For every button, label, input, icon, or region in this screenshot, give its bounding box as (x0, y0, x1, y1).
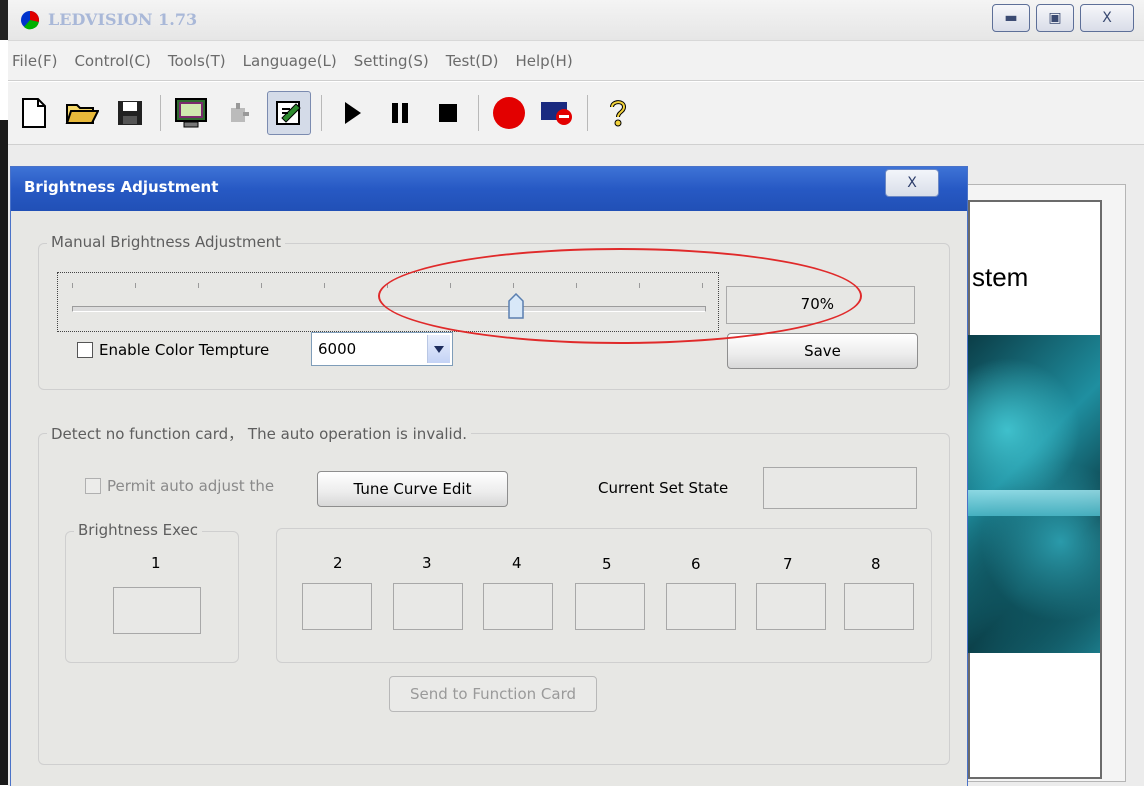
send-to-card-button[interactable]: Send to Function Card (389, 676, 597, 712)
slot-field-4 (483, 583, 553, 630)
slot-number-5: 5 (602, 555, 612, 573)
chevron-down-icon (434, 345, 444, 353)
display-button[interactable] (171, 93, 211, 133)
dialog-close-button[interactable]: X (885, 169, 939, 197)
slot-number-8: 8 (871, 555, 881, 573)
slider-tick (198, 283, 199, 288)
brightness-edit-icon (276, 101, 301, 125)
window-edge (0, 120, 8, 785)
slot-field-6 (666, 583, 736, 630)
pause-button[interactable] (380, 93, 420, 133)
toolbar-separator (321, 95, 322, 131)
screen-off-button[interactable] (537, 93, 577, 133)
highlight-annotation (378, 248, 862, 344)
play-icon (345, 102, 361, 124)
close-icon: X (1102, 10, 1112, 26)
pause-icon (392, 103, 408, 123)
help-button[interactable] (598, 93, 638, 133)
slider-tick (135, 283, 136, 288)
tune-curve-label: Tune Curve Edit (353, 480, 472, 498)
menu-bar: File(F) Control(C) Tools(T) Language(L) … (8, 41, 1144, 81)
permit-auto-checkbox[interactable] (85, 478, 101, 494)
send-to-card-label: Send to Function Card (409, 685, 577, 703)
maximize-icon: ▣ (1048, 10, 1062, 26)
menu-help[interactable]: Help(H) (516, 52, 573, 70)
slot-number-7: 7 (783, 555, 793, 573)
preview-banner (968, 490, 1100, 516)
manual-brightness-legend: Manual Brightness Adjustment (47, 233, 286, 251)
new-file-icon (22, 98, 46, 128)
stop-button[interactable] (428, 93, 468, 133)
slot-number-4: 4 (512, 554, 522, 572)
minimize-button[interactable]: ▬ (992, 4, 1030, 32)
display-monitor-icon (175, 98, 207, 128)
slot-field-5 (575, 583, 645, 630)
color-temp-checkbox[interactable] (77, 342, 93, 358)
save-floppy-icon (118, 101, 142, 125)
play-button[interactable] (332, 93, 372, 133)
save-button[interactable] (110, 93, 150, 133)
record-button[interactable] (489, 93, 529, 133)
current-state-label: Current Set State (598, 479, 729, 497)
color-temp-select[interactable]: 6000 (311, 332, 453, 366)
slider-tick (72, 283, 73, 288)
menu-test[interactable]: Test(D) (446, 52, 499, 70)
slot-number-2: 2 (333, 554, 343, 572)
close-window-button[interactable]: X (1080, 4, 1134, 32)
app-logo-icon (21, 10, 40, 30)
preview-text: stem (972, 262, 1029, 292)
menu-file[interactable]: File(F) (12, 52, 57, 70)
slot-field-3 (393, 583, 463, 630)
tune-curve-button[interactable]: Tune Curve Edit (317, 471, 508, 507)
dialog-title: Brightness Adjustment (24, 178, 219, 196)
help-question-icon (610, 100, 627, 127)
brightness-edit-button[interactable] (267, 91, 311, 135)
app-titlebar: LEDVISION 1.73 ▬ ▣ X (8, 0, 1144, 41)
permit-auto-label: Permit auto adjust the (107, 477, 275, 495)
toolbar-separator (478, 95, 479, 131)
slot-field-7 (756, 583, 826, 630)
open-button[interactable] (62, 93, 102, 133)
save-button[interactable]: Save (727, 333, 918, 369)
menu-language[interactable]: Language(L) (243, 52, 337, 70)
record-icon (493, 97, 525, 129)
toolbar (8, 82, 1144, 144)
app-title: LEDVISION 1.73 (48, 10, 198, 29)
stop-icon (439, 104, 457, 122)
new-file-button[interactable] (14, 93, 54, 133)
maximize-button[interactable]: ▣ (1036, 4, 1074, 32)
dropdown-button[interactable] (427, 335, 450, 363)
slot-number-3: 3 (422, 554, 432, 572)
color-temp-label: Enable Color Tempture (99, 341, 270, 359)
toolbar-separator (160, 95, 161, 131)
open-folder-icon (65, 104, 99, 124)
menu-tools[interactable]: Tools(T) (168, 52, 226, 70)
window-edge (0, 0, 8, 40)
dialog-titlebar[interactable]: Brightness Adjustment X (11, 167, 967, 211)
slot-field-2 (302, 583, 372, 630)
brightness-exec-legend: Brightness Exec (74, 521, 203, 539)
plugin-button[interactable] (219, 93, 259, 133)
slot-number-1: 1 (151, 554, 161, 572)
save-label: Save (804, 342, 841, 360)
slider-tick (324, 283, 325, 288)
screen-off-icon (541, 102, 572, 125)
menu-setting[interactable]: Setting(S) (354, 52, 429, 70)
minimize-icon: ▬ (1004, 10, 1018, 26)
slot-field-8 (844, 583, 914, 630)
slot-field-1 (113, 587, 201, 634)
menu-control[interactable]: Control(C) (74, 52, 150, 70)
slot-number-6: 6 (691, 555, 701, 573)
close-icon: X (907, 175, 917, 191)
slider-tick (261, 283, 262, 288)
auto-brightness-legend: Detect no function card， The auto operat… (47, 423, 472, 444)
toolbar-separator (587, 95, 588, 131)
color-temp-value: 6000 (318, 340, 357, 358)
current-state-field (763, 467, 917, 509)
plugin-icon (231, 103, 249, 122)
